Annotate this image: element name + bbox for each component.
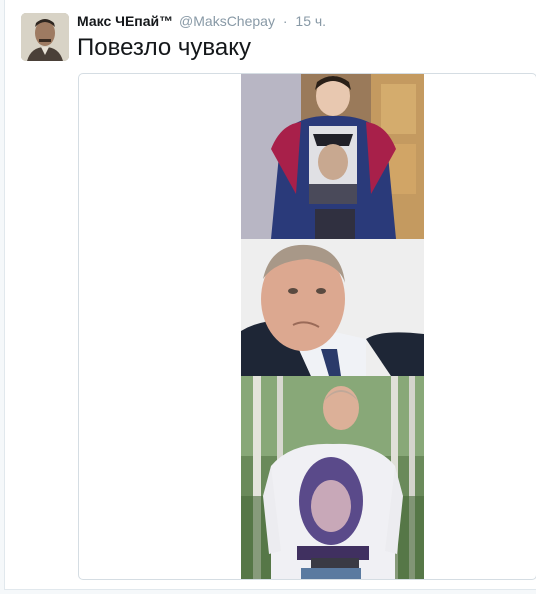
separator: · bbox=[282, 13, 288, 29]
photo-2-image bbox=[241, 239, 424, 376]
tweet-card[interactable]: Макс ЧЕпай™ @MaksChepay · 15 ч. Повезло … bbox=[4, 0, 536, 590]
photo-1 bbox=[241, 74, 424, 239]
author-name[interactable]: Макс ЧЕпай™ bbox=[77, 13, 173, 29]
photo-1-image bbox=[241, 74, 424, 239]
photo-2 bbox=[241, 239, 424, 376]
photo-3 bbox=[241, 376, 424, 579]
author-handle[interactable]: @MaksChepay bbox=[179, 13, 275, 29]
avatar[interactable] bbox=[21, 13, 69, 61]
tweet-header: Макс ЧЕпай™ @MaksChepay · 15 ч. bbox=[77, 11, 326, 31]
timestamp[interactable]: 15 ч. bbox=[295, 13, 326, 29]
tweet-text: Повезло чуваку bbox=[77, 34, 252, 61]
avatar-image bbox=[21, 13, 69, 61]
photo-3-image bbox=[241, 376, 424, 579]
media-container[interactable] bbox=[78, 73, 536, 580]
